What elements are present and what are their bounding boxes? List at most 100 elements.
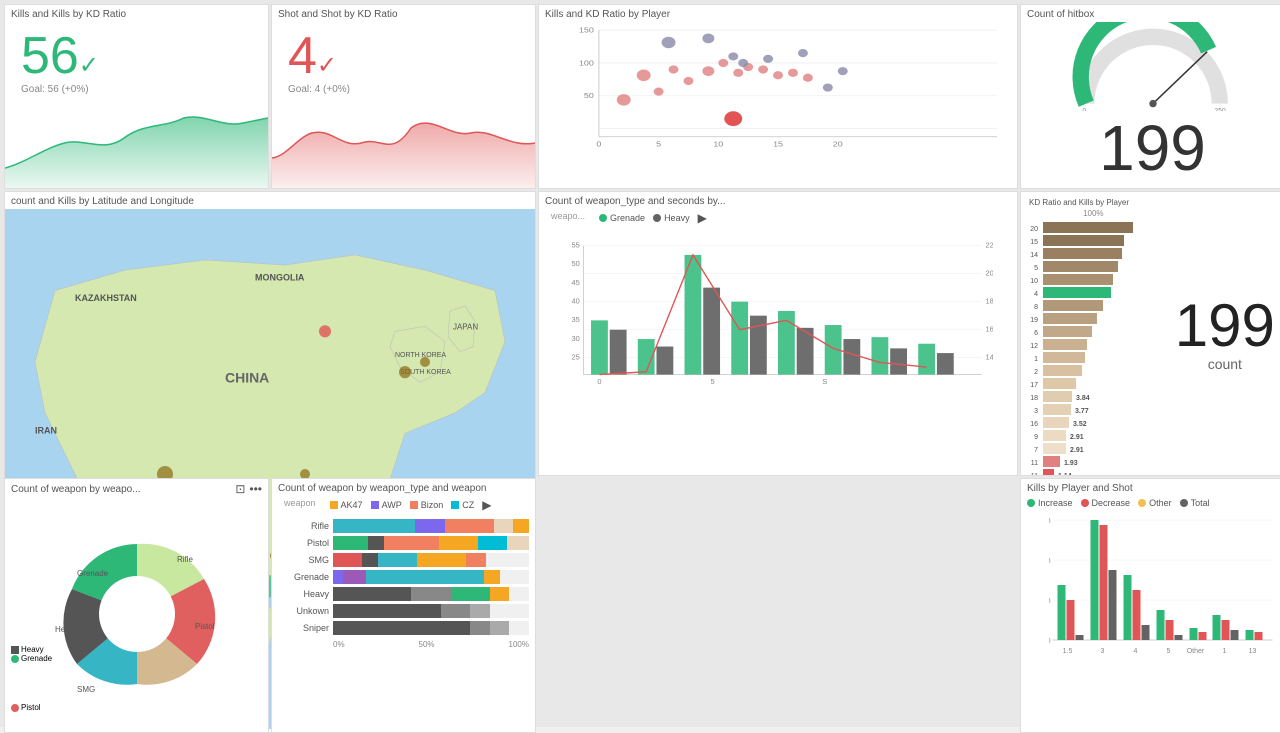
- shot-kd-title: Shot and Shot by KD Ratio: [272, 5, 535, 22]
- svg-text:30: 30: [572, 334, 580, 343]
- legend-cz: CZ: [451, 498, 474, 512]
- bar-unknown: Unkown: [278, 604, 529, 618]
- svg-text:0: 0: [597, 377, 601, 386]
- svg-text:4.17: 4.17: [1080, 382, 1094, 389]
- svg-text:1: 1: [1034, 356, 1038, 363]
- stacked-bars: Rifle Pistol: [272, 514, 535, 651]
- svg-text:100: 100: [579, 59, 594, 67]
- svg-text:2.91: 2.91: [1070, 434, 1084, 441]
- svg-text:20K: 20K: [986, 268, 993, 277]
- svg-text:6.89: 6.89: [1096, 330, 1110, 337]
- svg-text:10: 10: [713, 140, 723, 148]
- svg-text:5: 5: [1034, 265, 1038, 272]
- svg-text:19: 19: [1030, 317, 1038, 324]
- shot-value: 4✓: [272, 22, 535, 82]
- donut-title: Count of weapon by weapo...: [11, 484, 141, 495]
- svg-text:12.63: 12.63: [1128, 239, 1146, 246]
- svg-text:13: 13: [1249, 648, 1257, 655]
- kills-area-chart: [5, 108, 268, 188]
- svg-text:250: 250: [1214, 107, 1225, 111]
- svg-text:Rifle: Rifle: [177, 555, 194, 564]
- svg-text:8: 8: [1034, 304, 1038, 311]
- svg-text:15: 15: [1030, 239, 1038, 246]
- grouped-chart: 300 200 100 0: [1021, 510, 1280, 670]
- svg-text:300: 300: [1049, 518, 1051, 525]
- legend-other: Other: [1138, 498, 1172, 508]
- svg-text:16: 16: [1030, 421, 1038, 428]
- svg-text:20: 20: [833, 140, 843, 148]
- svg-text:150: 150: [579, 26, 594, 34]
- stacked-legend: weapon AK47 AWP Bizon CZ ▶: [272, 496, 535, 514]
- map-title: count and Kills by Latitude and Longitud…: [5, 192, 535, 209]
- 100pct-label: 100%: [1023, 209, 1164, 218]
- svg-text:KAZAKHSTAN: KAZAKHSTAN: [75, 293, 137, 303]
- svg-text:16K: 16K: [986, 325, 993, 334]
- hitbox-title: Count of hitbox: [1021, 5, 1280, 22]
- scatter-svg: 150 100 50 0 5 10 15 20 Player: [569, 22, 1007, 149]
- scatter-area: 150 100 50 0 5 10 15 20 Player: [539, 22, 1017, 169]
- kills-scatter-panel: Kills and KD Ratio by Player 150 100 50 …: [538, 4, 1018, 189]
- svg-text:1.93: 1.93: [1064, 460, 1078, 467]
- legend-heavy: Heavy: [653, 211, 690, 225]
- svg-text:14: 14: [1030, 252, 1038, 259]
- kills-scatter-title: Kills and KD Ratio by Player: [539, 5, 1017, 22]
- svg-text:6.14: 6.14: [1091, 343, 1105, 350]
- legend-bizon: Bizon: [410, 498, 444, 512]
- svg-text:200: 200: [1049, 558, 1051, 565]
- svg-text:9: 9: [1034, 434, 1038, 441]
- svg-text:18K: 18K: [986, 297, 993, 306]
- svg-text:15: 15: [773, 140, 783, 148]
- hitbox-value: 199: [1099, 111, 1206, 185]
- combo-chart: 55 50 45 40 35 30 25 22K 20K 18K 16K 14K: [563, 231, 993, 391]
- svg-text:SMG: SMG: [77, 685, 95, 694]
- svg-text:18: 18: [1030, 395, 1038, 402]
- kills-value: 56✓: [5, 22, 268, 82]
- count-section: 199 count: [1166, 192, 1280, 475]
- stacked-expand-icon[interactable]: ▶: [482, 498, 491, 512]
- legend-total: Total: [1180, 498, 1210, 508]
- svg-text:12.50: 12.50: [1126, 252, 1144, 259]
- donut-menu-icon[interactable]: •••: [249, 482, 262, 496]
- dashboard: Kills and Kills by KD Ratio 56✓ Goal: 56…: [0, 0, 1280, 727]
- stacked-title: Count of weapon by weapon_type and weapo…: [272, 479, 535, 496]
- bar-rifle: Rifle: [278, 519, 529, 533]
- legend-awp: AWP: [371, 498, 402, 512]
- svg-text:1.5: 1.5: [1063, 648, 1073, 655]
- shot-area-chart: [272, 108, 535, 188]
- svg-text:100: 100: [1049, 598, 1051, 605]
- legend-grenade: Grenade: [599, 211, 645, 225]
- svg-text:JAPAN: JAPAN: [453, 322, 478, 331]
- shot-goal: Goal: 4 (+0%): [272, 82, 535, 99]
- svg-text:20: 20: [1030, 226, 1038, 233]
- svg-text:1: 1: [1223, 648, 1227, 655]
- svg-text:17: 17: [1030, 382, 1038, 389]
- svg-text:5: 5: [1167, 648, 1171, 655]
- svg-text:Player: Player: [785, 148, 811, 149]
- weapon-seconds-legend: weapo... Grenade Heavy ▶: [539, 209, 1017, 227]
- kd-bar-section: KD Ratio and Kills by Player 100% 14.00 …: [1021, 192, 1166, 475]
- svg-text:10.54: 10.54: [1115, 291, 1133, 298]
- svg-text:4: 4: [1134, 648, 1138, 655]
- kd-player-panel: KD Ratio and Kills by Player 100% 14.00 …: [1020, 191, 1280, 476]
- svg-text:Pistol: Pistol: [195, 622, 215, 631]
- gauge-svg: 0 250: [1043, 22, 1263, 111]
- shot-kd-panel: Shot and Shot by KD Ratio 4✓ Goal: 4 (+0…: [271, 4, 536, 189]
- kd-player-title: KD Ratio and Kills by Player: [1023, 194, 1164, 209]
- svg-text:50: 50: [572, 259, 580, 268]
- svg-text:10: 10: [1030, 278, 1038, 285]
- svg-text:11: 11: [1031, 460, 1038, 467]
- svg-text:3.52: 3.52: [1073, 421, 1087, 428]
- weapon-stacked-panel: Count of weapon by weapon_type and weapo…: [271, 478, 536, 733]
- weapon-seconds-panel: Count of weapon_type and seconds by... w…: [538, 191, 1018, 476]
- donut-expand-icon[interactable]: ⊡: [235, 482, 245, 496]
- svg-text:6: 6: [1034, 330, 1038, 337]
- kills-kd-panel: Kills and Kills by KD Ratio 56✓ Goal: 56…: [4, 4, 269, 189]
- bar-heavy: Heavy: [278, 587, 529, 601]
- svg-text:S: S: [822, 377, 827, 386]
- weapon-donut-panel: Count of weapon by weapo... ⊡ •••: [4, 478, 269, 733]
- svg-text:55: 55: [572, 240, 580, 249]
- legend-ak47: AK47: [330, 498, 363, 512]
- expand-icon[interactable]: ▶: [698, 211, 707, 225]
- svg-text:2.91: 2.91: [1070, 447, 1084, 454]
- kills-kd-title: Kills and Kills by KD Ratio: [5, 5, 268, 22]
